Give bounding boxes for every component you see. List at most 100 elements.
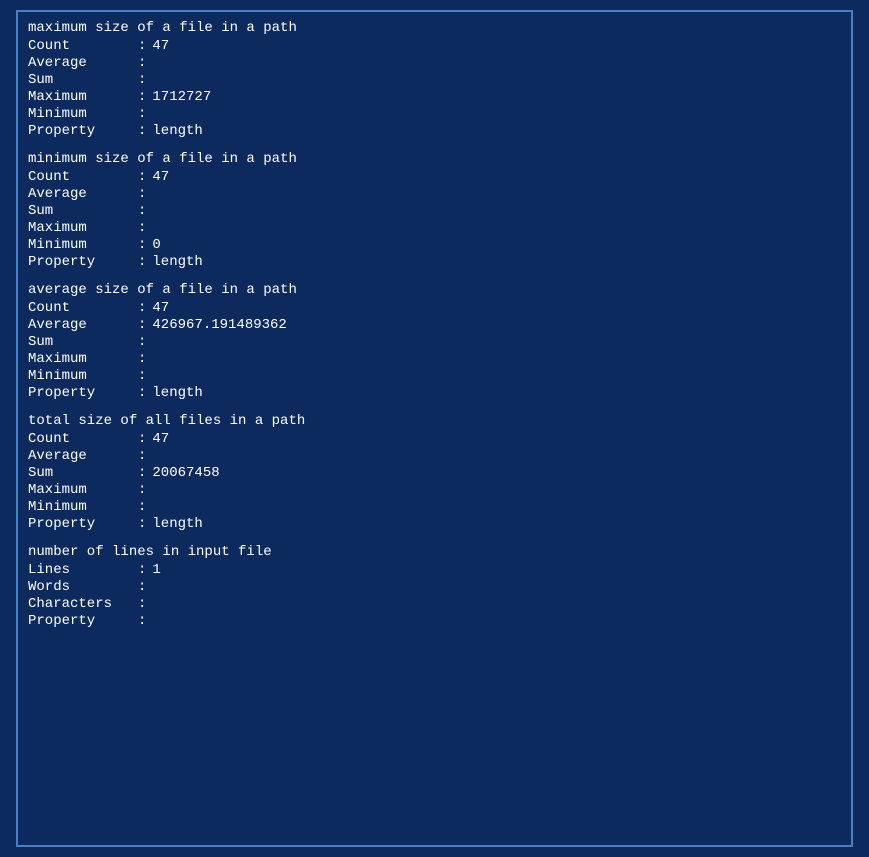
label-maximum: Maximum	[28, 351, 138, 367]
separator: :	[138, 385, 146, 401]
label-maximum: Maximum	[28, 482, 138, 498]
separator: :	[138, 72, 146, 88]
value-count: 47	[152, 300, 169, 316]
value-average: 426967.191489362	[152, 317, 286, 333]
label-count: Count	[28, 431, 138, 447]
row-property: Property: length	[28, 123, 841, 139]
row-characters: Characters:	[28, 596, 841, 612]
label-sum: Sum	[28, 334, 138, 350]
separator: :	[138, 317, 146, 333]
section-lines-in-file: number of lines in input fileLines: 1Wor…	[28, 544, 841, 629]
label-average: Average	[28, 186, 138, 202]
label-count: Count	[28, 38, 138, 54]
separator: :	[138, 106, 146, 122]
separator: :	[138, 300, 146, 316]
value-count: 47	[152, 169, 169, 185]
row-minimum: Minimum: 0	[28, 237, 841, 253]
label-count: Count	[28, 300, 138, 316]
label-minimum: Minimum	[28, 106, 138, 122]
label-sum: Sum	[28, 465, 138, 481]
separator: :	[138, 169, 146, 185]
label-maximum: Maximum	[28, 89, 138, 105]
row-count: Count: 47	[28, 431, 841, 447]
separator: :	[138, 516, 146, 532]
separator: :	[138, 431, 146, 447]
label-property: Property	[28, 385, 138, 401]
row-sum: Sum:	[28, 203, 841, 219]
label-lines: Lines	[28, 562, 138, 578]
separator: :	[138, 579, 146, 595]
row-count: Count: 47	[28, 38, 841, 54]
section-min-file-size: minimum size of a file in a path Count: 4…	[28, 151, 841, 270]
separator: :	[138, 351, 146, 367]
label-average: Average	[28, 448, 138, 464]
separator: :	[138, 562, 146, 578]
label-sum: Sum	[28, 203, 138, 219]
value-minimum: 0	[152, 237, 160, 253]
label-characters: Characters	[28, 596, 138, 612]
separator: :	[138, 89, 146, 105]
value-count: 47	[152, 431, 169, 447]
separator: :	[138, 613, 146, 629]
label-maximum: Maximum	[28, 220, 138, 236]
row-count: Count: 47	[28, 169, 841, 185]
separator: :	[138, 38, 146, 54]
value-sum: 20067458	[152, 465, 219, 481]
value-property: length	[152, 254, 202, 270]
row-property: Property: length	[28, 385, 841, 401]
row-lines: Lines: 1	[28, 562, 841, 578]
row-minimum: Minimum:	[28, 368, 841, 384]
row-maximum: Maximum:	[28, 482, 841, 498]
row-minimum: Minimum:	[28, 106, 841, 122]
value-count: 47	[152, 38, 169, 54]
separator: :	[138, 254, 146, 270]
row-property: Property:	[28, 613, 841, 629]
row-sum: Sum: 20067458	[28, 465, 841, 481]
label-average: Average	[28, 55, 138, 71]
section-title-avg-file-size: average size of a file in a path	[28, 282, 841, 298]
row-average: Average: 426967.191489362	[28, 317, 841, 333]
section-title-min-file-size: minimum size of a file in a path	[28, 151, 841, 167]
label-sum: Sum	[28, 72, 138, 88]
separator: :	[138, 237, 146, 253]
row-property: Property: length	[28, 254, 841, 270]
row-average: Average:	[28, 186, 841, 202]
section-max-file-size: maximum size of a file in a path Count: 4…	[28, 20, 841, 139]
section-title-lines-in-file: number of lines in input file	[28, 544, 841, 560]
value-maximum: 1712727	[152, 89, 211, 105]
value-property: length	[152, 385, 202, 401]
label-count: Count	[28, 169, 138, 185]
separator: :	[138, 499, 146, 515]
separator: :	[138, 186, 146, 202]
row-property: Property: length	[28, 516, 841, 532]
section-title-max-file-size: maximum size of a file in a path	[28, 20, 841, 36]
value-property: length	[152, 516, 202, 532]
row-minimum: Minimum:	[28, 499, 841, 515]
separator: :	[138, 482, 146, 498]
section-avg-file-size: average size of a file in a path Count: 4…	[28, 282, 841, 401]
separator: :	[138, 334, 146, 350]
row-sum: Sum:	[28, 334, 841, 350]
value-lines: 1	[152, 562, 160, 578]
separator: :	[138, 220, 146, 236]
label-property: Property	[28, 254, 138, 270]
row-words: Words:	[28, 579, 841, 595]
section-title-total-file-size: total size of all files in a path	[28, 413, 841, 429]
row-sum: Sum:	[28, 72, 841, 88]
row-count: Count: 47	[28, 300, 841, 316]
label-minimum: Minimum	[28, 368, 138, 384]
separator: :	[138, 55, 146, 71]
label-minimum: Minimum	[28, 237, 138, 253]
row-average: Average:	[28, 55, 841, 71]
separator: :	[138, 123, 146, 139]
label-property: Property	[28, 613, 138, 629]
label-average: Average	[28, 317, 138, 333]
row-average: Average:	[28, 448, 841, 464]
label-minimum: Minimum	[28, 499, 138, 515]
label-property: Property	[28, 123, 138, 139]
row-maximum: Maximum: 1712727	[28, 89, 841, 105]
label-words: Words	[28, 579, 138, 595]
row-maximum: Maximum:	[28, 351, 841, 367]
label-property: Property	[28, 516, 138, 532]
section-total-file-size: total size of all files in a path Count: …	[28, 413, 841, 532]
